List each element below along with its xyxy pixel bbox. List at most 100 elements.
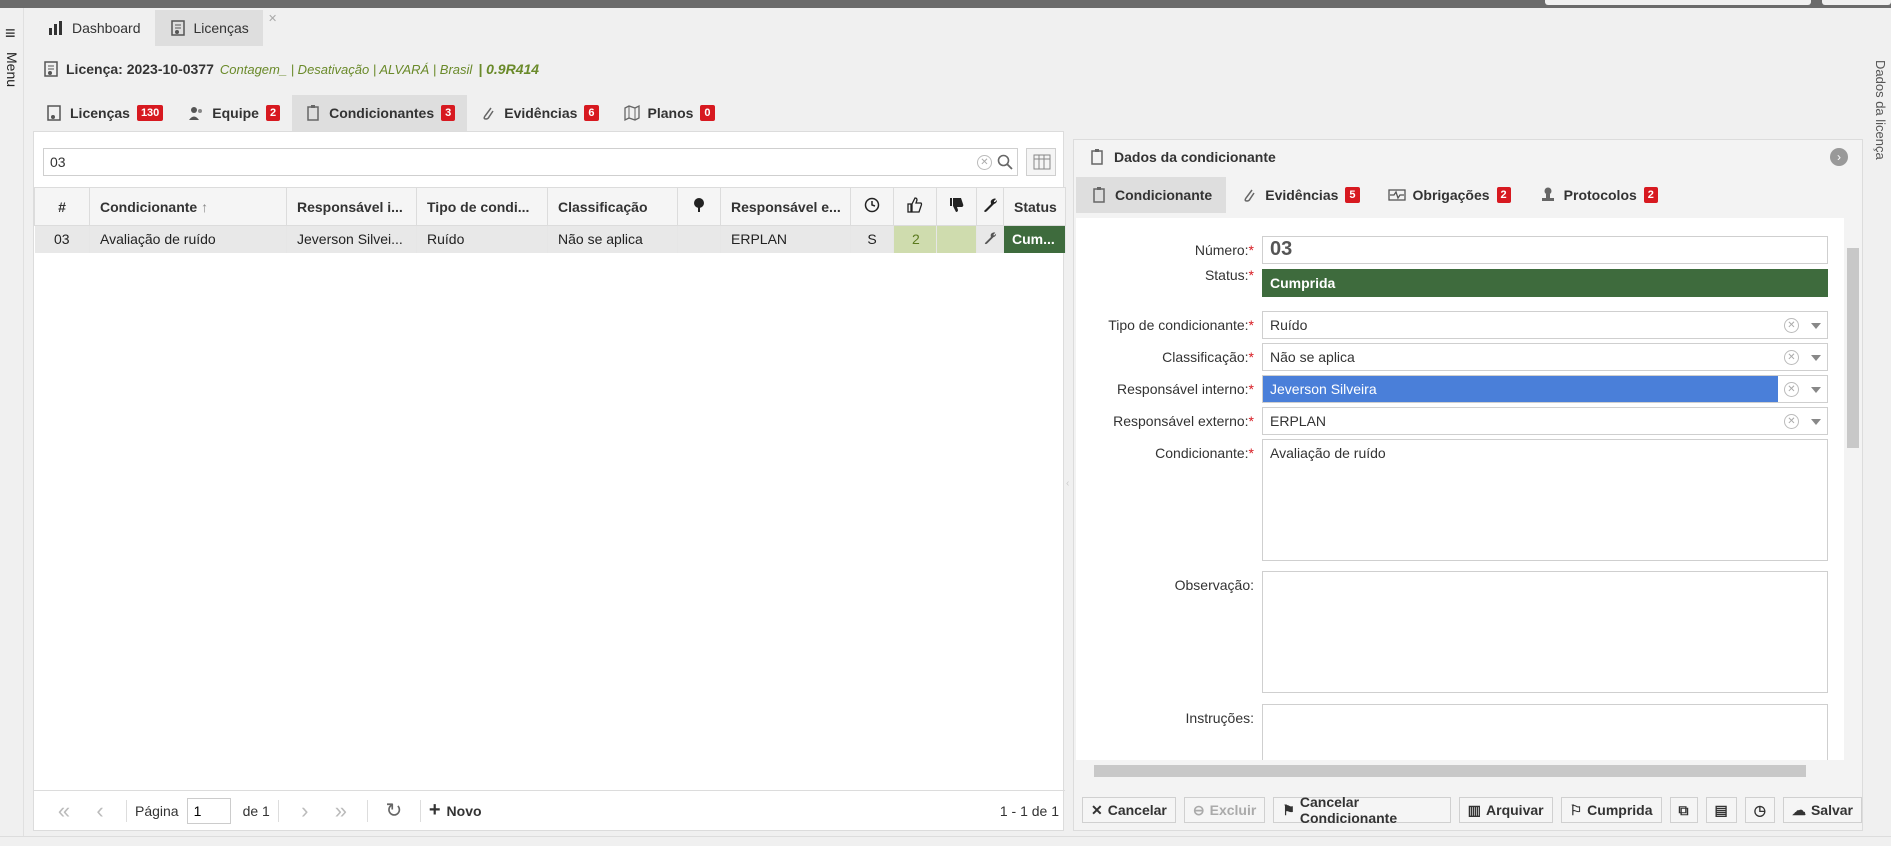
save-button[interactable]: ☁ Salvar [1782,797,1862,823]
copy-button[interactable]: ⧉ [1669,797,1698,823]
history-button[interactable]: ◷ [1744,797,1775,823]
tipo-select[interactable]: Ruído ✕ [1262,311,1828,339]
status-bar [0,836,1891,846]
page-input[interactable] [186,797,231,824]
menu-label[interactable]: Menu [4,52,20,87]
team-icon [189,107,203,120]
tab-evidencias[interactable]: Evidências 5 [1226,177,1373,213]
subtab-planos[interactable]: Planos 0 [611,95,727,131]
col-status[interactable]: Status [1003,187,1066,226]
chevron-down-icon[interactable] [1811,387,1821,393]
grid-columns-icon [1033,154,1051,170]
flag-outline-icon: ⚐ [1569,801,1583,818]
chevron-down-icon[interactable] [1811,419,1821,425]
separator [277,799,279,822]
archive-button[interactable]: ▥ Arquivar [1458,797,1553,823]
column-label: Condicionante [100,198,198,215]
col-prazo[interactable] [850,187,894,226]
count-badge: 0 [700,105,715,121]
subtab-condicionantes[interactable]: Condicionantes 3 [292,95,468,131]
cell-condicionante: Avaliação de ruído [89,225,287,253]
tab-protocolos[interactable]: Protocolos 2 [1525,177,1672,213]
tab-obrigacoes[interactable]: Obrigações 2 [1374,177,1525,213]
form-horizontal-scrollbar[interactable] [1076,762,1844,780]
search-box[interactable]: ✕ [43,148,1018,176]
col-thumbs-up[interactable] [893,187,937,226]
last-page-button[interactable]: » [323,798,359,824]
collapse-panel-icon[interactable]: › [1830,148,1848,166]
col-classificacao[interactable]: Classificação [547,187,678,226]
tab-licencas[interactable]: Licenças [154,10,263,46]
field-label-text: Classificação: [1162,349,1249,365]
side-menu-rail[interactable]: ≡ Menu [0,8,24,838]
table-row[interactable]: 03 Avaliação de ruído Jeverson Silvei...… [34,225,1066,253]
page-of-label: de 1 [242,802,270,819]
cell-tipo: Ruído [416,225,548,253]
license-data-label[interactable]: Dados da licença [1873,60,1888,160]
col-number[interactable]: # [34,187,90,226]
count-badge: 6 [584,105,599,121]
condicionantes-table: # Condicionante ↑ Responsável i... Tipo … [34,187,1066,253]
form-vertical-scrollbar[interactable] [1844,218,1862,760]
tab-dashboard[interactable]: Dashboard [33,10,155,46]
search-icon[interactable] [997,154,1013,170]
new-button[interactable]: + Novo [429,799,482,822]
pulse-icon [1387,189,1406,201]
instrucoes-textarea[interactable] [1262,704,1828,760]
detail-title: Dados da condicionante [1114,149,1276,165]
subtab-equipe[interactable]: Equipe 2 [175,95,292,131]
tab-label: Licenças [193,20,249,36]
classificacao-select[interactable]: Não se aplica ✕ [1262,343,1828,371]
next-page-button[interactable]: › [287,798,323,824]
column-chooser-button[interactable] [1026,148,1056,176]
mark-done-button[interactable]: ⚐ Cumprida [1560,797,1662,823]
prev-page-button[interactable]: ‹ [82,798,118,824]
resp-externo-select[interactable]: ERPLAN ✕ [1262,407,1828,435]
cancel-condicionante-button[interactable]: ⚑ Cancelar Condicionante [1273,794,1451,826]
cell-number: 03 [34,225,90,253]
clear-icon[interactable]: ✕ [1784,350,1799,365]
top-input-edge [1545,0,1811,5]
col-thumbs-down[interactable] [936,187,977,226]
clear-icon[interactable]: ✕ [1784,414,1799,429]
splitter-handle[interactable]: ‹ [1066,478,1069,489]
condicionante-textarea[interactable]: Avaliação de ruído [1262,439,1828,561]
cancel-button[interactable]: ✕ Cancelar [1082,797,1176,823]
col-tree[interactable] [677,187,721,226]
paste-button[interactable]: ▤ [1705,797,1737,823]
observacao-textarea[interactable] [1262,571,1828,693]
close-tab-icon[interactable]: ✕ [268,12,277,25]
scroll-thumb[interactable] [1094,765,1806,777]
field-instrucoes: Instruções: [1076,704,1844,760]
search-input[interactable] [50,153,950,171]
clear-search-icon[interactable]: ✕ [977,155,992,170]
col-resp-interno[interactable]: Responsável i... [286,187,417,226]
required-mark: * [1248,317,1254,333]
resp-interno-select[interactable]: Jeverson Silveira ✕ [1262,375,1828,403]
col-tools[interactable] [976,187,1004,226]
hamburger-icon[interactable]: ≡ [5,24,16,42]
pagination-bar: « ‹ Página de 1 › » ↻ + Novo 1 - 1 de 1 [34,790,1065,830]
field-classificacao: Classificação:* Não se aplica ✕ [1076,343,1844,371]
col-tipo[interactable]: Tipo de condi... [416,187,548,226]
scroll-thumb[interactable] [1847,248,1859,448]
clear-icon[interactable]: ✕ [1784,382,1799,397]
refresh-icon[interactable]: ↻ [376,798,412,823]
button-label: Cumprida [1587,802,1653,818]
subtab-licencas[interactable]: Licenças 130 [33,95,175,131]
paperclip-icon [1244,189,1255,202]
cell-tools[interactable] [976,225,1004,253]
col-condicionante[interactable]: Condicionante ↑ [89,187,287,226]
count-badge: 5 [1345,187,1360,203]
cell-evidencias: 2 [893,225,937,253]
right-collapsed-panel[interactable]: Dados da licença [1867,50,1891,840]
numero-input[interactable]: 03 [1262,236,1828,264]
col-resp-externo[interactable]: Responsável e... [720,187,851,226]
chevron-down-icon[interactable] [1811,355,1821,361]
subtab-evidencias[interactable]: Evidências 6 [467,95,610,131]
clear-icon[interactable]: ✕ [1784,318,1799,333]
tab-condicionante[interactable]: Condicionante [1076,177,1227,213]
delete-button[interactable]: ⊖ Excluir [1183,797,1266,823]
chevron-down-icon[interactable] [1811,323,1821,329]
first-page-button[interactable]: « [46,798,82,824]
